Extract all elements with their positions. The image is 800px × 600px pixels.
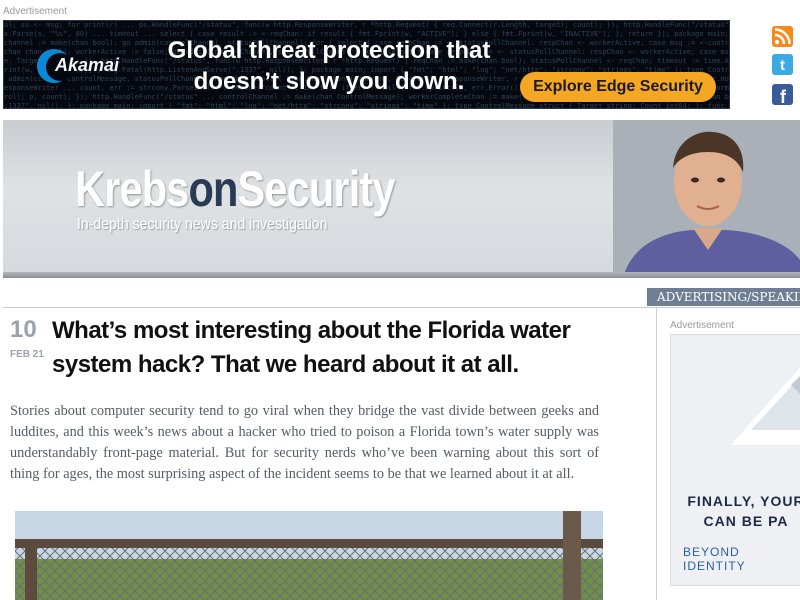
article-title[interactable]: What’s most interesting about the Florid… (52, 314, 612, 382)
site-masthead[interactable]: KrebsonSecurity In-depth security news a… (3, 120, 800, 278)
beyond-identity-logo: BEYOND IDENTITY (683, 545, 746, 573)
top-banner-ad[interactable]: ol; ss <- msg; for print(r) ... ps.Handl… (3, 20, 730, 109)
svg-text:t: t (780, 57, 785, 74)
explore-edge-security-button[interactable]: Explore Edge Security (520, 72, 716, 102)
site-title[interactable]: KrebsonSecurity (75, 160, 396, 218)
nav-rule (3, 307, 800, 308)
article-body: Stories about computer security tend to … (10, 403, 599, 482)
twitter-icon[interactable]: t (772, 54, 793, 75)
sidebar-ad-label: Advertisement (670, 320, 734, 331)
nav-tab-advertising-speaking[interactable]: ADVERTISING/SPEAKING (647, 288, 800, 306)
sidebar-ad[interactable]: FINALLY, YOUR CAN BE PA BEYOND IDENTITY (670, 334, 800, 586)
sidebar-divider (656, 308, 657, 600)
facebook-icon[interactable]: f (772, 84, 793, 105)
article-image-fence (15, 511, 603, 600)
rss-icon[interactable] (772, 26, 793, 47)
svg-text:f: f (780, 87, 787, 105)
ad-headline: Global threat protection that doesn’t sl… (167, 37, 491, 95)
post-date-day: 10 (10, 316, 37, 343)
sidebar-ad-text: FINALLY, YOUR CAN BE PA (687, 493, 800, 529)
site-tagline: In-depth security news and investigation (77, 216, 328, 233)
akamai-logo: Akamai (37, 49, 133, 85)
post-date-month: FEB 21 (10, 349, 44, 360)
author-photo (613, 120, 800, 278)
top-ad-label: Advertisement (3, 6, 67, 17)
sidebar-ad-graphic (731, 367, 800, 445)
